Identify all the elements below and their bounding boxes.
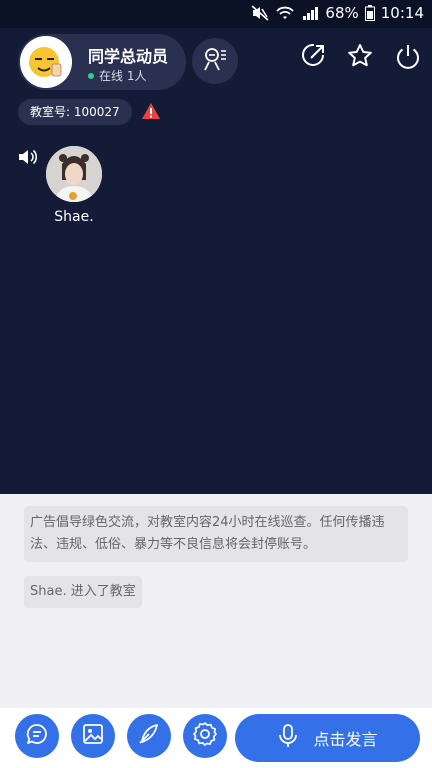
system-notice: 广告倡导绿色交流，对教室内容24小时在线巡查。任何传播违法、违规、低俗、暴力等不…: [24, 506, 408, 562]
favorite-button[interactable]: [345, 43, 375, 73]
pen-icon: [137, 722, 161, 750]
member-name: Shae.: [54, 209, 94, 225]
room-avatar: [20, 36, 72, 88]
join-message: Shae. 进入了教室: [24, 576, 142, 608]
wifi-icon: [275, 5, 295, 21]
presenter-button[interactable]: [192, 38, 238, 84]
bottom-toolbar: 点击发言: [0, 708, 432, 768]
power-icon: [394, 42, 422, 74]
battery-percent: 68%: [325, 4, 359, 22]
settings-icon: [192, 721, 218, 751]
speak-button[interactable]: 点击发言: [235, 714, 420, 762]
speaker-icon: [18, 148, 38, 166]
image-icon: [81, 722, 105, 750]
chat-button[interactable]: [15, 714, 59, 758]
exit-button[interactable]: [393, 43, 423, 73]
classroom-id-badge: 教室号: 100027: [18, 99, 132, 125]
member-avatar[interactable]: [46, 146, 102, 202]
signal-icon: [301, 5, 319, 21]
room-name: 同学总动员: [88, 47, 169, 66]
star-icon: [346, 42, 374, 74]
settings-button[interactable]: [183, 714, 227, 758]
online-count: 在线 1人: [99, 69, 147, 83]
pen-button[interactable]: [127, 714, 171, 758]
presenter-icon: [202, 46, 228, 76]
warning-icon[interactable]: [141, 102, 161, 120]
share-icon: [299, 42, 327, 74]
battery-icon: [364, 5, 375, 21]
speak-label: 点击发言: [313, 730, 378, 749]
room-info[interactable]: 同学总动员 在线 1人: [18, 34, 186, 90]
image-button[interactable]: [71, 714, 115, 758]
message-icon: [25, 722, 49, 750]
share-button[interactable]: [298, 43, 328, 73]
status-bar: 68% 10:14: [0, 0, 432, 28]
online-dot: [88, 72, 94, 79]
chat-panel: 广告倡导绿色交流，对教室内容24小时在线巡查。任何传播违法、违规、低俗、暴力等不…: [0, 494, 432, 708]
online-status: 在线 1人: [88, 67, 146, 84]
mute-icon: [251, 5, 269, 21]
classroom-stage: 同学总动员 在线 1人 教室号: 100027 Shae.: [0, 28, 432, 494]
microphone-icon: [277, 723, 299, 753]
clock: 10:14: [380, 4, 424, 22]
